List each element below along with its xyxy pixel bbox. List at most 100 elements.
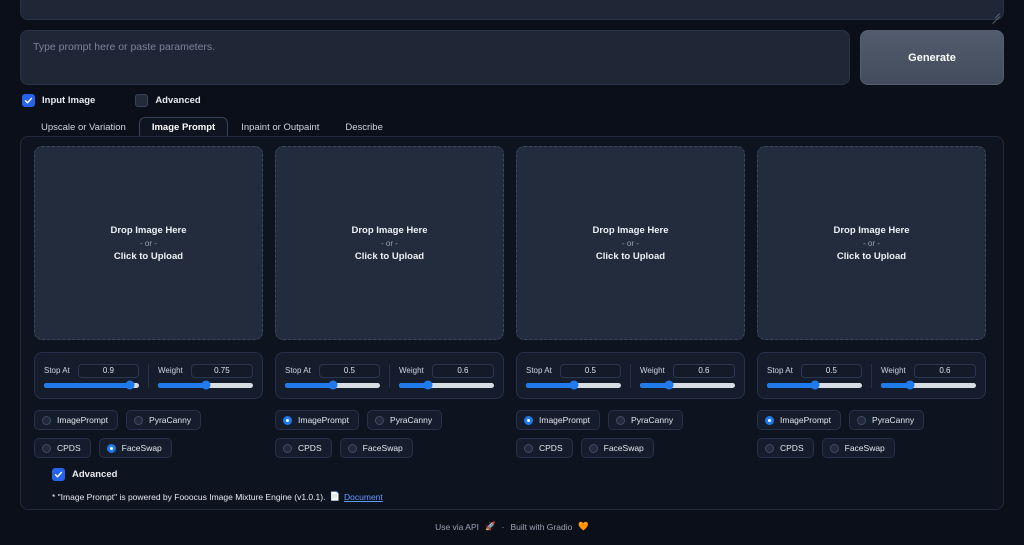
mode-radio-group: ImagePrompt PyraCanny CPDS FaceSwap — [757, 410, 986, 458]
radio-cpds[interactable]: CPDS — [757, 438, 814, 458]
fooocus-app: Generate Input Image Advanced Upscale or… — [0, 0, 1024, 545]
radio-imageprompt[interactable]: ImagePrompt — [757, 410, 842, 430]
radio-imageprompt[interactable]: ImagePrompt — [275, 410, 360, 430]
dropzone-upload: Click to Upload — [354, 250, 425, 262]
radio-label: FaceSwap — [121, 443, 162, 453]
checkbox-advanced[interactable]: Advanced — [135, 93, 201, 107]
stop-at-value[interactable]: 0.5 — [800, 363, 862, 378]
check-icon — [54, 471, 63, 478]
weight-value[interactable]: 0.6 — [431, 363, 494, 378]
mode-radio-group: ImagePrompt PyraCanny CPDS FaceSwap — [516, 410, 745, 458]
radio-faceswap[interactable]: FaceSwap — [98, 438, 172, 458]
radio-indicator-icon — [616, 415, 626, 425]
weight-slider[interactable] — [881, 380, 976, 390]
dropzone-title: Drop Image Here — [592, 224, 669, 236]
negative-prompt-textarea[interactable] — [20, 0, 1004, 25]
radio-label: PyraCanny — [872, 415, 915, 425]
stop-at-slider[interactable] — [44, 380, 139, 390]
radio-cpds[interactable]: CPDS — [34, 438, 91, 458]
checkbox-box[interactable] — [135, 93, 149, 107]
radio-imageprompt[interactable]: ImagePrompt — [516, 410, 601, 430]
stop-at-slider[interactable] — [285, 380, 380, 390]
weight-slider[interactable] — [158, 380, 253, 390]
image-dropzone[interactable]: Drop Image Here - or - Click to Upload — [275, 146, 504, 340]
stop-at-control: Stop At 0.9 — [35, 363, 148, 390]
radio-pyracanny[interactable]: PyraCanny — [608, 410, 684, 430]
image-dropzone[interactable]: Drop Image Here - or - Click to Upload — [34, 146, 263, 340]
image-prompt-column: Drop Image Here - or - Click to Upload S… — [34, 146, 263, 458]
checkbox-box[interactable] — [22, 93, 35, 107]
image-prompt-column: Drop Image Here - or - Click to Upload S… — [757, 146, 986, 458]
weight-value[interactable]: 0.75 — [190, 363, 253, 378]
dropzone-title: Drop Image Here — [833, 224, 910, 236]
weight-slider[interactable] — [399, 380, 494, 390]
radio-faceswap[interactable]: FaceSwap — [580, 438, 654, 458]
radio-label: ImagePrompt — [780, 415, 832, 425]
slider-card: Stop At 0.5 Weight 0.6 — [275, 352, 504, 399]
image-prompt-column: Drop Image Here - or - Click to Upload S… — [516, 146, 745, 458]
generate-button[interactable]: Generate — [860, 30, 1004, 85]
weight-value[interactable]: 0.6 — [672, 363, 735, 378]
radio-label: FaceSwap — [603, 443, 644, 453]
checkbox-box[interactable] — [52, 468, 65, 481]
radio-pyracanny[interactable]: PyraCanny — [126, 410, 202, 430]
weight-control: Weight 0.6 — [630, 363, 744, 390]
dropzone-or: - or - — [140, 238, 157, 248]
radio-indicator-icon — [375, 415, 385, 425]
radio-cpds[interactable]: CPDS — [516, 438, 573, 458]
stop-at-control: Stop At 0.5 — [276, 363, 389, 390]
weight-value[interactable]: 0.6 — [913, 363, 976, 378]
image-dropzone[interactable]: Drop Image Here - or - Click to Upload — [516, 146, 745, 340]
stop-at-value[interactable]: 0.5 — [559, 363, 621, 378]
stop-at-slider[interactable] — [767, 380, 862, 390]
slider-card: Stop At 0.5 Weight 0.6 — [516, 352, 745, 399]
radio-pyracanny[interactable]: PyraCanny — [849, 410, 925, 430]
image-prompt-column: Drop Image Here - or - Click to Upload S… — [275, 146, 504, 458]
slider-card: Stop At 0.9 Weight 0.75 — [34, 352, 263, 399]
built-with-gradio-link[interactable]: Built with Gradio — [510, 522, 572, 532]
radio-indicator-icon — [42, 443, 51, 453]
radio-label: ImagePrompt — [57, 415, 109, 425]
stop-at-label: Stop At — [44, 366, 70, 375]
radio-label: CPDS — [298, 443, 322, 453]
radio-label: FaceSwap — [362, 443, 403, 453]
image-dropzone[interactable]: Drop Image Here - or - Click to Upload — [757, 146, 986, 340]
radio-label: CPDS — [539, 443, 563, 453]
radio-faceswap[interactable]: FaceSwap — [339, 438, 413, 458]
weight-label: Weight — [640, 366, 665, 375]
radio-label: CPDS — [57, 443, 81, 453]
radio-label: PyraCanny — [390, 415, 433, 425]
use-via-api-link[interactable]: Use via API — [435, 522, 479, 532]
stop-at-control: Stop At 0.5 — [758, 363, 871, 390]
document-link[interactable]: Document — [344, 492, 383, 502]
stop-at-slider[interactable] — [526, 380, 621, 390]
checkbox-advanced-label: Advanced — [155, 94, 201, 106]
weight-control: Weight 0.6 — [389, 363, 503, 390]
stop-at-value[interactable]: 0.9 — [77, 363, 139, 378]
radio-indicator-icon — [829, 443, 839, 453]
stop-at-label: Stop At — [285, 366, 311, 375]
resize-handle-icon[interactable] — [990, 7, 1000, 25]
radio-faceswap[interactable]: FaceSwap — [821, 438, 895, 458]
weight-slider[interactable] — [640, 380, 735, 390]
prompt-input[interactable] — [33, 41, 837, 74]
dropzone-upload: Click to Upload — [595, 250, 666, 262]
dropzone-or: - or - — [622, 238, 639, 248]
radio-imageprompt[interactable]: ImagePrompt — [34, 410, 119, 430]
radio-indicator-icon — [588, 443, 598, 453]
checkbox-panel-advanced[interactable]: Advanced — [52, 468, 117, 481]
radio-pyracanny[interactable]: PyraCanny — [367, 410, 443, 430]
radio-label: ImagePrompt — [539, 415, 591, 425]
stop-at-label: Stop At — [526, 366, 552, 375]
radio-indicator-icon — [524, 415, 533, 425]
radio-cpds[interactable]: CPDS — [275, 438, 332, 458]
radio-indicator-icon — [857, 415, 867, 425]
radio-indicator-icon — [765, 443, 774, 453]
prompt-box[interactable] — [20, 30, 850, 85]
stop-at-value[interactable]: 0.5 — [318, 363, 380, 378]
checkbox-input-image[interactable]: Input Image — [22, 93, 95, 107]
radio-label: ImagePrompt — [298, 415, 350, 425]
radio-indicator-icon — [283, 415, 292, 425]
dropzone-title: Drop Image Here — [351, 224, 428, 236]
radio-indicator-icon — [134, 415, 144, 425]
